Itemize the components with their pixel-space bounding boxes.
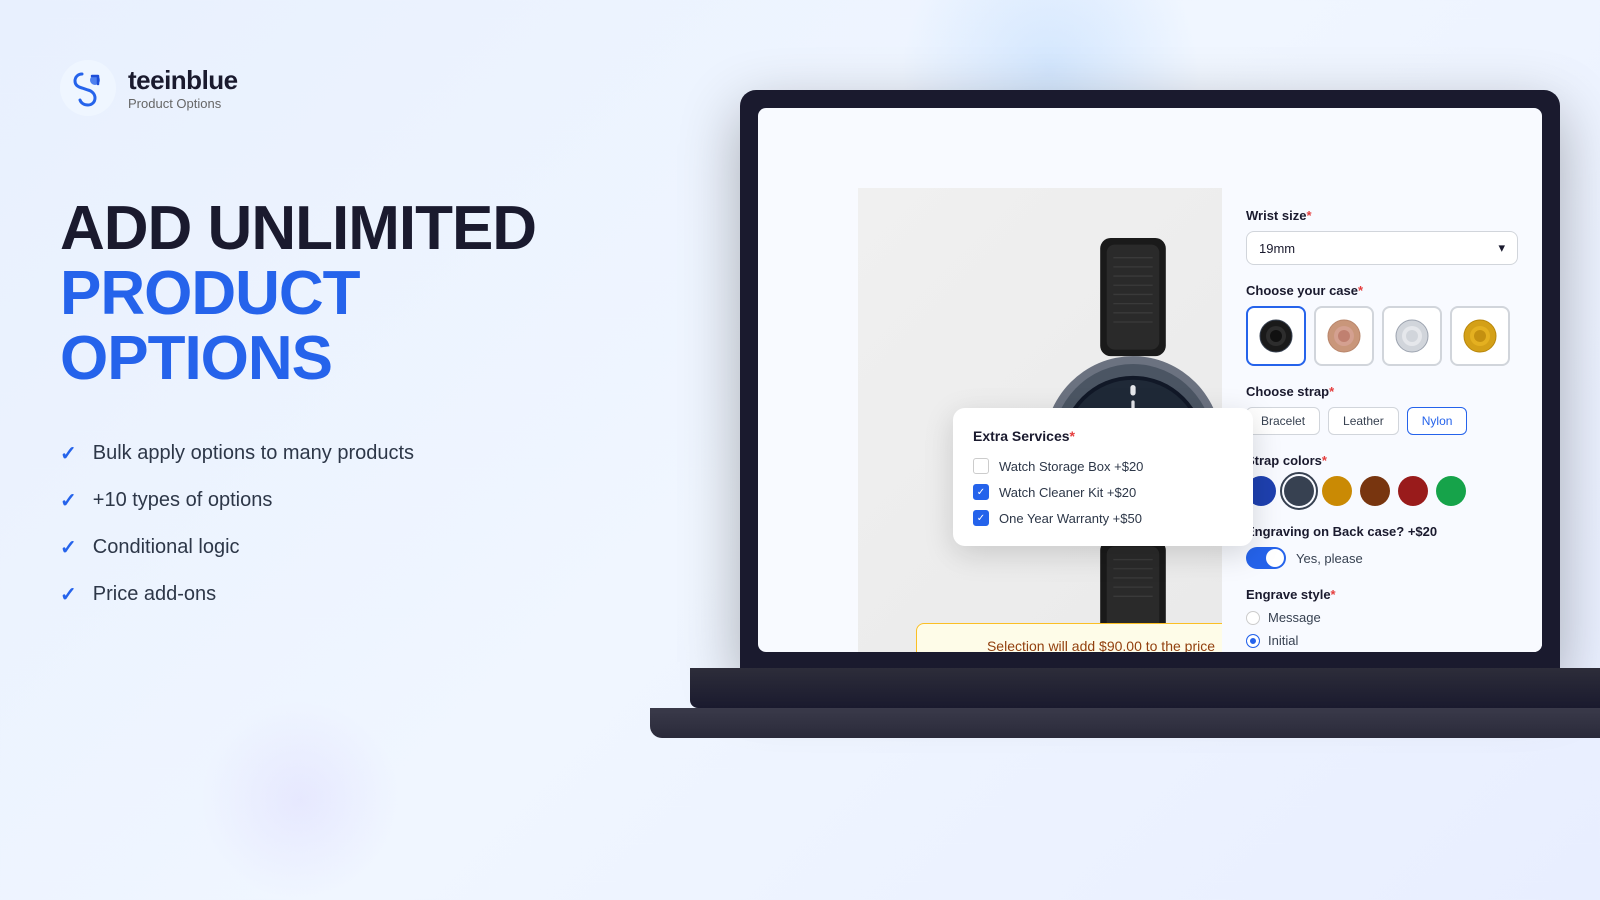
feature-text: Price add-ons <box>93 583 216 606</box>
service-label-1: Watch Storage Box +$20 <box>999 459 1143 474</box>
case-option-gold[interactable] <box>1450 306 1510 366</box>
strap-colors-section: Strap colors* <box>1246 453 1518 506</box>
logo-tagline: Product Options <box>128 96 238 111</box>
left-panel: teeinblue Product Options ADD UNLIMITED … <box>60 60 620 607</box>
color-options <box>1246 476 1518 506</box>
feature-item: ✓ +10 types of options <box>60 488 620 513</box>
case-gold-icon <box>1460 316 1500 356</box>
logo-name: teeinblue <box>128 65 238 96</box>
headline-line2: PRODUCT OPTIONS <box>60 261 620 391</box>
toggle-thumb <box>1266 549 1284 567</box>
checkbox-warranty[interactable]: ✓ <box>973 510 989 526</box>
engrave-style-options: Message Initial <box>1246 610 1518 648</box>
color-green[interactable] <box>1436 476 1466 506</box>
color-brown[interactable] <box>1360 476 1390 506</box>
engraving-section: Engraving on Back case? +$20 Yes, please <box>1246 524 1518 569</box>
service-label-2: Watch Cleaner Kit +$20 <box>999 485 1136 500</box>
engraving-toggle[interactable] <box>1246 547 1286 569</box>
color-dark[interactable] <box>1284 476 1314 506</box>
color-yellow[interactable] <box>1322 476 1352 506</box>
case-silver-icon <box>1392 316 1432 356</box>
strap-colors-label: Strap colors* <box>1246 453 1518 468</box>
service-item-1[interactable]: Watch Storage Box +$20 <box>973 458 1233 474</box>
toggle-row: Yes, please <box>1246 547 1518 569</box>
color-red[interactable] <box>1398 476 1428 506</box>
logo-text-area: teeinblue Product Options <box>128 65 238 111</box>
case-option-black[interactable] <box>1246 306 1306 366</box>
required-star: * <box>1070 428 1075 444</box>
engrave-style-label: Engrave style* <box>1246 587 1518 602</box>
radio-circle-message[interactable] <box>1246 611 1260 625</box>
engrave-style-section: Engrave style* Message Initial <box>1246 587 1518 648</box>
radio-label-message: Message <box>1268 610 1321 625</box>
feature-text: +10 types of options <box>93 489 273 512</box>
logo-icon <box>60 60 116 116</box>
feature-list: ✓ Bulk apply options to many products ✓ +10… <box>60 441 620 607</box>
checkbox-watch-cleaner[interactable]: ✓ <box>973 484 989 500</box>
laptop-screen: ZEPPELIN Extra Services* <box>740 90 1560 670</box>
choose-case-section: Choose your case* <box>1246 283 1518 366</box>
laptop-foot <box>650 708 1600 738</box>
wrist-size-label: Wrist size* <box>1246 208 1518 223</box>
chevron-down-icon: ▾ <box>1498 240 1505 256</box>
laptop-area: ZEPPELIN Extra Services* <box>650 30 1600 870</box>
check-icon: ✓ <box>60 535 77 560</box>
strap-leather[interactable]: Leather <box>1328 407 1399 435</box>
laptop-base <box>690 668 1600 708</box>
strap-options: Bracelet Leather Nylon <box>1246 407 1518 435</box>
choose-strap-section: Choose strap* Bracelet Leather Nylon <box>1246 384 1518 435</box>
feature-item: ✓ Bulk apply options to many products <box>60 441 620 466</box>
wrist-size-value: 19mm <box>1259 241 1295 256</box>
extra-services-title: Extra Services* <box>973 428 1233 444</box>
options-panel: Wrist size* 19mm ▾ Choose your case* <box>1222 188 1542 652</box>
blob-decoration-2 <box>200 700 400 900</box>
strap-bracelet[interactable]: Bracelet <box>1246 407 1320 435</box>
screen-inner: ZEPPELIN Extra Services* <box>758 108 1542 652</box>
case-rosegold-icon <box>1324 316 1364 356</box>
radio-label-initial: Initial <box>1268 633 1298 648</box>
engraving-label: Engraving on Back case? +$20 <box>1246 524 1518 539</box>
feature-text: Bulk apply options to many products <box>93 442 414 465</box>
case-option-silver[interactable] <box>1382 306 1442 366</box>
extra-services-card: Extra Services* Watch Storage Box +$20 ✓… <box>953 408 1253 546</box>
radio-initial[interactable]: Initial <box>1246 633 1518 648</box>
case-option-rose-gold[interactable] <box>1314 306 1374 366</box>
service-item-2[interactable]: ✓ Watch Cleaner Kit +$20 <box>973 484 1233 500</box>
feature-item: ✓ Price add-ons <box>60 582 620 607</box>
strap-nylon[interactable]: Nylon <box>1407 407 1468 435</box>
choose-case-label: Choose your case* <box>1246 283 1518 298</box>
case-options <box>1246 306 1518 366</box>
check-icon: ✓ <box>60 488 77 513</box>
service-label-3: One Year Warranty +$50 <box>999 511 1142 526</box>
choose-strap-label: Choose strap* <box>1246 384 1518 399</box>
feature-item: ✓ Conditional logic <box>60 535 620 560</box>
check-icon: ✓ <box>60 582 77 607</box>
headline-line1: ADD UNLIMITED <box>60 196 620 261</box>
check-icon: ✓ <box>60 441 77 466</box>
case-black-icon <box>1256 316 1296 356</box>
feature-text: Conditional logic <box>93 536 240 559</box>
wrist-size-section: Wrist size* 19mm ▾ <box>1246 208 1518 265</box>
toggle-label: Yes, please <box>1296 551 1363 566</box>
service-item-3[interactable]: ✓ One Year Warranty +$50 <box>973 510 1233 526</box>
radio-circle-initial[interactable] <box>1246 634 1260 648</box>
logo-area: teeinblue Product Options <box>60 60 620 116</box>
wrist-size-dropdown[interactable]: 19mm ▾ <box>1246 231 1518 265</box>
checkbox-watch-storage[interactable] <box>973 458 989 474</box>
radio-message[interactable]: Message <box>1246 610 1518 625</box>
